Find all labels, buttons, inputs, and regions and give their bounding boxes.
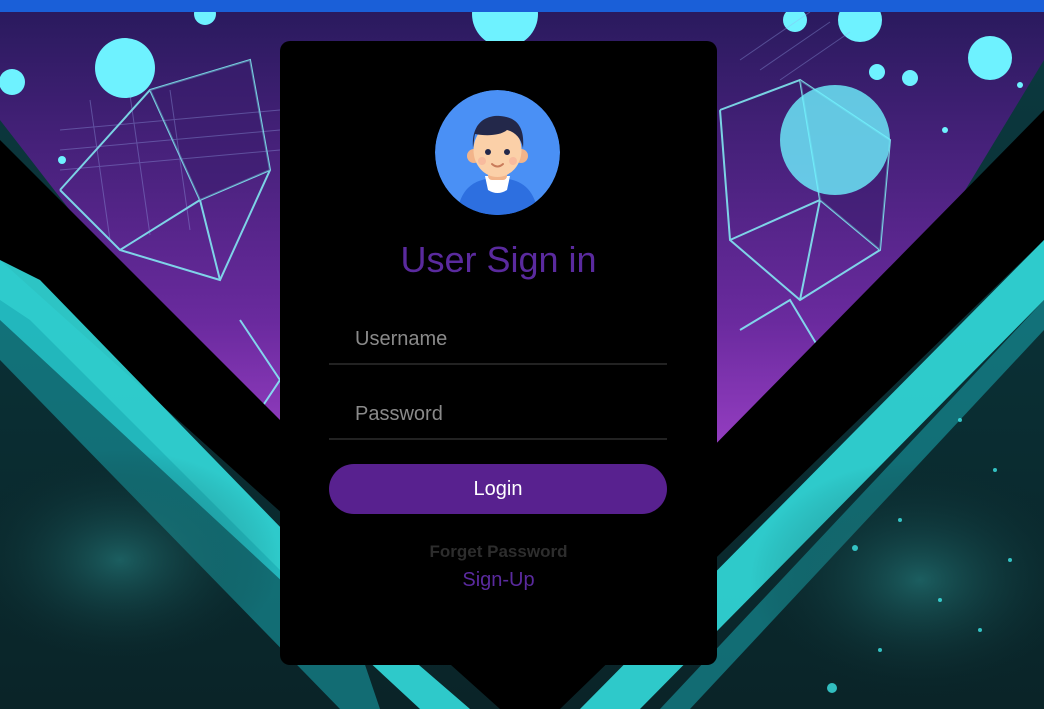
username-field: [329, 315, 667, 365]
password-input[interactable]: [329, 390, 667, 438]
user-avatar-icon: [435, 90, 560, 215]
page-title: User Sign in: [400, 239, 597, 280]
sign-in-card: User Sign in Login Forget Password Sign-…: [280, 41, 717, 665]
username-input[interactable]: [329, 315, 667, 363]
top-bar: [0, 0, 1044, 12]
password-field: [329, 390, 667, 440]
sign-up-link[interactable]: Sign-Up: [280, 569, 717, 592]
forget-password-link[interactable]: Forget Password: [280, 542, 717, 562]
login-button[interactable]: Login: [329, 464, 667, 514]
